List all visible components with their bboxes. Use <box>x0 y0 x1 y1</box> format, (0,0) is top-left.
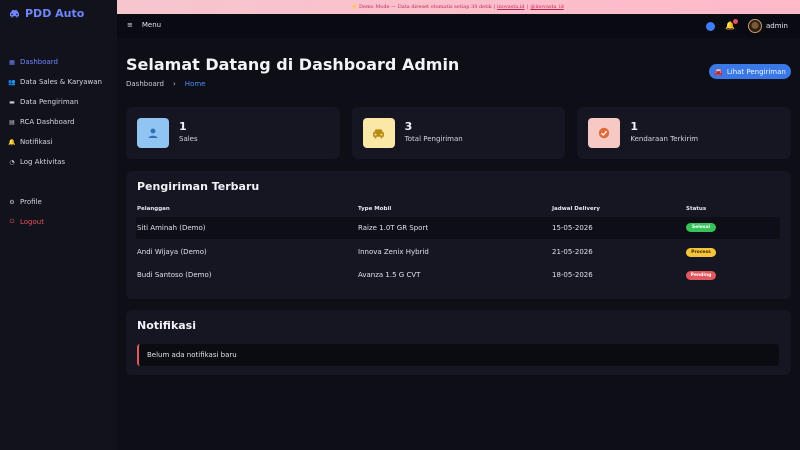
main-content: Selamat Datang di Dashboard Admin Dashbo… <box>117 38 800 450</box>
car-icon <box>10 9 19 18</box>
stat-value: 1 <box>179 120 187 133</box>
sidebar-item-data-pengiriman[interactable]: ▬ Data Pengiriman <box>0 92 117 112</box>
cell-date: 18-05-2026 <box>552 271 593 279</box>
stat-card-kendaraan-terkirim: 1 Kendaraan Terkirim <box>577 107 792 159</box>
stat-label: Kendaraan Terkirim <box>630 135 699 143</box>
menu-toggle-button[interactable]: ≡ Menu <box>127 21 161 29</box>
menu-label: Menu <box>141 21 162 29</box>
table-row[interactable]: Budi Santoso (Demo) Avanza 1.5 G CVT 18-… <box>136 265 780 287</box>
panel-title: Notifikasi <box>137 319 197 332</box>
lihat-pengiriman-label: Lihat Pengiriman <box>726 67 786 76</box>
stat-value: 1 <box>630 120 638 133</box>
power-icon: ⏻ <box>9 218 15 225</box>
lihat-pengiriman-button[interactable]: 🚘 Lihat Pengiriman <box>709 64 791 79</box>
breadcrumb-separator-icon: › <box>172 80 176 88</box>
cell-customer: Siti Aminah (Demo) <box>137 224 206 232</box>
stats-cards: 1 Sales 3 Total Pengiriman 1 Kendaraan T… <box>126 107 792 159</box>
notification-bell-button[interactable]: 🔔 <box>725 19 738 31</box>
status-badge: Pending <box>686 271 716 280</box>
breadcrumb-dashboard[interactable]: Dashboard <box>126 80 164 88</box>
sidebar-item-notifikasi[interactable]: 🔔 Notifikasi <box>0 132 117 152</box>
status-badge: Selesai <box>686 223 716 232</box>
theme-toggle-icon[interactable] <box>706 22 715 31</box>
notification-empty-text: Belum ada notifikasi baru <box>147 351 237 359</box>
column-header: Type Mobil <box>358 206 392 212</box>
column-header: Status <box>686 206 707 212</box>
stat-card-total-pengiriman: 3 Total Pengiriman <box>351 107 566 159</box>
truck-icon: ▬ <box>9 98 15 106</box>
car-icon: 🚘 <box>714 67 723 76</box>
users-icon: 👥 <box>8 78 16 86</box>
demo-banner: ⚡ Demo Mode — Data direset otomatis seti… <box>117 0 800 14</box>
banner-link-instagram[interactable]: @inovasta_id <box>530 4 564 10</box>
grid-icon: ▦ <box>9 58 15 66</box>
topbar: ≡ Menu 🔔 admin <box>117 15 800 38</box>
column-header: Jadwal Delivery <box>552 206 600 212</box>
panel-title: Pengiriman Terbaru <box>137 180 260 193</box>
user-menu[interactable]: admin <box>748 19 788 33</box>
page-title: Selamat Datang di Dashboard Admin <box>126 55 460 74</box>
sidebar-item-log-aktivitas[interactable]: ◔ Log Aktivitas <box>0 152 117 172</box>
history-icon: ◔ <box>9 158 15 166</box>
stat-label: Sales <box>179 135 198 143</box>
cell-car: Raize 1.0T GR Sport <box>358 224 429 232</box>
notifikasi-panel: Notifikasi Belum ada notifikasi baru <box>126 310 791 375</box>
sidebar-item-label: Notifikasi <box>20 138 53 146</box>
breadcrumb-home: Home <box>184 80 206 88</box>
sidebar-item-label: Data Sales & Karyawan <box>20 78 102 86</box>
document-icon: ▤ <box>9 118 15 126</box>
bell-icon: 🔔 <box>8 138 16 146</box>
cell-car: Avanza 1.5 G CVT <box>358 271 421 279</box>
sidebar-item-profile[interactable]: ⚙ Profile <box>0 192 117 212</box>
sidebar-item-label: Profile <box>20 198 42 206</box>
pengiriman-terbaru-panel: Pengiriman Terbaru Pelanggan Type Mobil … <box>126 171 791 299</box>
banner-text: ⚡ Demo Mode — Data direset otomatis seti… <box>351 4 496 10</box>
sidebar-item-label: Logout <box>20 218 44 226</box>
cell-car: Innova Zenix Hybrid <box>358 248 429 256</box>
sidebar-item-label: Log Aktivitas <box>20 158 66 166</box>
check-circle-icon <box>588 118 621 148</box>
sidebar-nav: ▦ Dashboard 👥 Data Sales & Karyawan ▬ Da… <box>0 52 117 172</box>
stat-label: Total Pengiriman <box>404 135 463 143</box>
user-cog-icon: ⚙ <box>9 198 15 206</box>
sidebar-item-label: Dashboard <box>20 58 58 66</box>
column-header: Pelanggan <box>137 206 170 212</box>
breadcrumb: Dashboard › Home <box>126 80 205 88</box>
car-icon <box>362 118 395 148</box>
cell-customer: Andi Wijaya (Demo) <box>137 248 207 256</box>
table-header: Pelanggan Type Mobil Jadwal Delivery Sta… <box>137 206 780 216</box>
table-row[interactable]: Andi Wijaya (Demo) Innova Zenix Hybrid 2… <box>136 241 780 263</box>
stat-card-sales: 1 Sales <box>126 107 340 159</box>
notification-empty-state: Belum ada notifikasi baru <box>137 344 779 366</box>
status-badge: Process <box>686 248 716 257</box>
sidebar-item-data-sales[interactable]: 👥 Data Sales & Karyawan <box>0 72 117 92</box>
sidebar: PDD Auto ▦ Dashboard 👥 Data Sales & Kary… <box>0 0 117 450</box>
hamburger-icon: ≡ <box>127 21 133 29</box>
sidebar-item-label: RCA Dashboard <box>20 118 75 126</box>
cell-date: 15-05-2026 <box>552 224 593 232</box>
table-row[interactable]: Siti Aminah (Demo) Raize 1.0T GR Sport 1… <box>136 217 780 239</box>
sidebar-item-dashboard[interactable]: ▦ Dashboard <box>0 52 117 72</box>
sidebar-item-logout[interactable]: ⏻ Logout <box>0 212 117 232</box>
cell-date: 21-05-2026 <box>552 248 593 256</box>
notification-badge <box>733 19 738 24</box>
avatar <box>748 19 762 33</box>
banner-separator: | <box>526 4 529 10</box>
cell-customer: Budi Santoso (Demo) <box>137 271 212 279</box>
user-name: admin <box>766 22 788 30</box>
brand-title: PDD Auto <box>25 6 85 20</box>
user-icon <box>137 118 169 148</box>
sidebar-bottom-nav: ⚙ Profile ⏻ Logout <box>0 192 117 232</box>
stat-value: 3 <box>404 120 413 133</box>
brand[interactable]: PDD Auto <box>9 6 84 20</box>
sidebar-item-label: Data Pengiriman <box>20 98 79 106</box>
banner-link-website[interactable]: inovasta.id <box>497 4 525 10</box>
sidebar-item-rca-dashboard[interactable]: ▤ RCA Dashboard <box>0 112 117 132</box>
